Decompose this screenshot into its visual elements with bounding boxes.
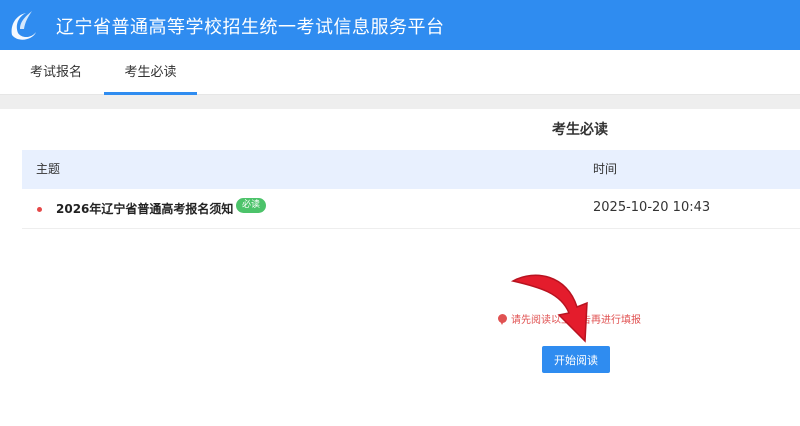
tab-candidate-must-read[interactable]: 考生必读 (104, 50, 197, 95)
tab-bar: 考试报名 考生必读 (0, 50, 800, 95)
notice-title-link[interactable]: 2026年辽宁省普通高考报名须知 (56, 200, 233, 217)
swoosh-logo-icon (11, 11, 36, 40)
must-read-panel: 考生必读 主题 时间 2026年辽宁省普通高考报名须知 必读 2025-10-2… (0, 109, 800, 426)
column-header-time: 时间 (593, 162, 618, 176)
read-first-notice: 请先阅读以上公告再进行填报 (498, 311, 641, 326)
app-title: 辽宁省普通高等学校招生统一考试信息服务平台 (56, 17, 445, 38)
section-divider (0, 95, 800, 109)
table-row[interactable]: 2026年辽宁省普通高考报名须知 必读 2025-10-20 10:43 (22, 189, 800, 229)
column-header-subject: 主题 (36, 162, 61, 176)
bullet-dot-icon (37, 207, 42, 212)
tab-exam-registration[interactable]: 考试报名 (18, 50, 94, 95)
must-read-badge: 必读 (236, 198, 267, 213)
panel-title: 考生必读 (552, 122, 608, 138)
notice-text: 请先阅读以上公告再进行填报 (511, 315, 641, 326)
location-pin-icon (498, 314, 507, 325)
start-reading-button[interactable]: 开始阅读 (542, 346, 610, 373)
table-header: 主题 时间 (22, 150, 800, 189)
app-header: 辽宁省普通高等学校招生统一考试信息服务平台 (0, 0, 800, 50)
notice-time: 2025-10-20 10:43 (593, 200, 711, 215)
